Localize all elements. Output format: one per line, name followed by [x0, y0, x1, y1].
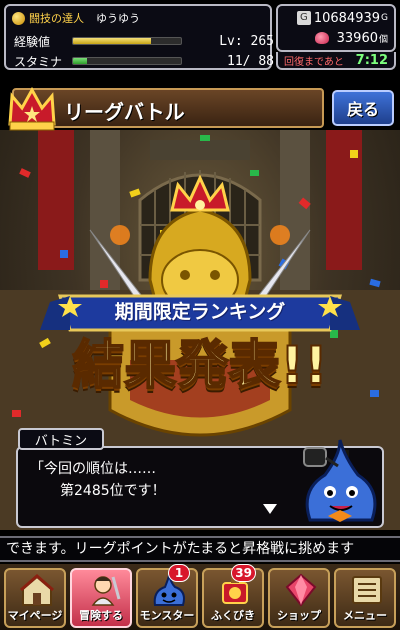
stamina-bar-fill — [73, 58, 87, 64]
exp-label: 経験値 — [14, 34, 51, 49]
gold-row: G 10684939 G — [296, 8, 388, 28]
gem-unit: 個 — [378, 34, 388, 45]
level-value: Lv: 265 — [219, 33, 274, 49]
page-title: リーグバトル — [64, 100, 185, 124]
player-name: ゆうゆう — [96, 12, 140, 25]
stamina-label: スタミナ — [14, 54, 63, 69]
nav-menu[interactable]: メニュー — [334, 568, 396, 628]
monster-badge: 1 — [168, 564, 190, 582]
gem-icon — [285, 573, 317, 607]
exp-bar-fill — [73, 38, 151, 44]
nav-label: ショップ — [277, 609, 321, 622]
nav-label: ふくびき — [211, 609, 255, 622]
gem-icon — [314, 32, 329, 44]
adventure-icon — [91, 576, 121, 606]
gem-row: 33960 個 — [314, 28, 388, 48]
stamina-bar — [72, 57, 182, 65]
stamina-row: スタミナ 11/ 88 — [14, 52, 274, 70]
back-button[interactable]: 戻る — [332, 90, 394, 126]
nav-label: マイページ — [7, 609, 63, 622]
currency-panel: G 10684939 G 33960 個 — [276, 4, 396, 52]
next-arrow-icon[interactable] — [263, 504, 277, 514]
nav-label: 冒険する — [79, 609, 123, 622]
stamina-value: 11/ 88 — [227, 53, 274, 69]
nav-shop[interactable]: ショップ — [268, 568, 330, 628]
nav-monster[interactable]: 1 モンスター — [136, 564, 198, 628]
player-title: 闘技の達人 — [29, 12, 84, 25]
speaker-name: バトミン — [18, 428, 104, 450]
player-status-panel: 闘技の達人 ゆうゆう 経験値 Lv: 265 スタミナ 11/ 88 — [4, 4, 274, 70]
nav-mypage[interactable]: マイページ — [4, 568, 66, 628]
menu-icon — [352, 576, 382, 604]
gem-value: 33960 — [336, 30, 378, 46]
exp-row: 経験値 Lv: 265 — [14, 32, 274, 50]
nav-adventure[interactable]: 冒険する — [70, 568, 132, 628]
dialog-line-1: 「今回の順位は…… — [30, 461, 156, 477]
result-announcement: 結果発表!! — [71, 335, 328, 397]
recovery-timer: 回復まであと 7:12 — [276, 52, 396, 70]
news-ticker: できます。リーグポイントがたまると昇格戦に挑めます — [0, 536, 400, 562]
dialog-line-2: 第2485位です！ — [60, 483, 166, 499]
nav-label: モンスター — [139, 609, 195, 622]
lottery-badge: 39 — [231, 564, 256, 582]
gold-value: 10684939 — [313, 10, 381, 26]
nav-lottery[interactable]: 39 ふくびき — [202, 564, 264, 628]
ranking-banner-text: 期間限定ランキング — [114, 301, 286, 323]
bottom-nav: マイページ 冒険する 1 モンスター 39 ふくびき ショップ メニュー — [0, 564, 400, 630]
nav-label: メニュー — [343, 609, 387, 622]
slime-npc-icon — [303, 439, 377, 522]
player-title-row: 闘技の達人 ゆうゆう — [12, 10, 140, 26]
medal-icon — [12, 11, 25, 25]
house-icon — [20, 574, 54, 606]
recovery-label: 回復まであと — [284, 56, 344, 68]
exp-bar — [72, 37, 182, 45]
gold-icon: G — [296, 11, 311, 25]
gold-unit: G — [381, 13, 388, 23]
crown-icon — [8, 86, 56, 131]
recovery-time: 7:12 — [355, 52, 388, 68]
